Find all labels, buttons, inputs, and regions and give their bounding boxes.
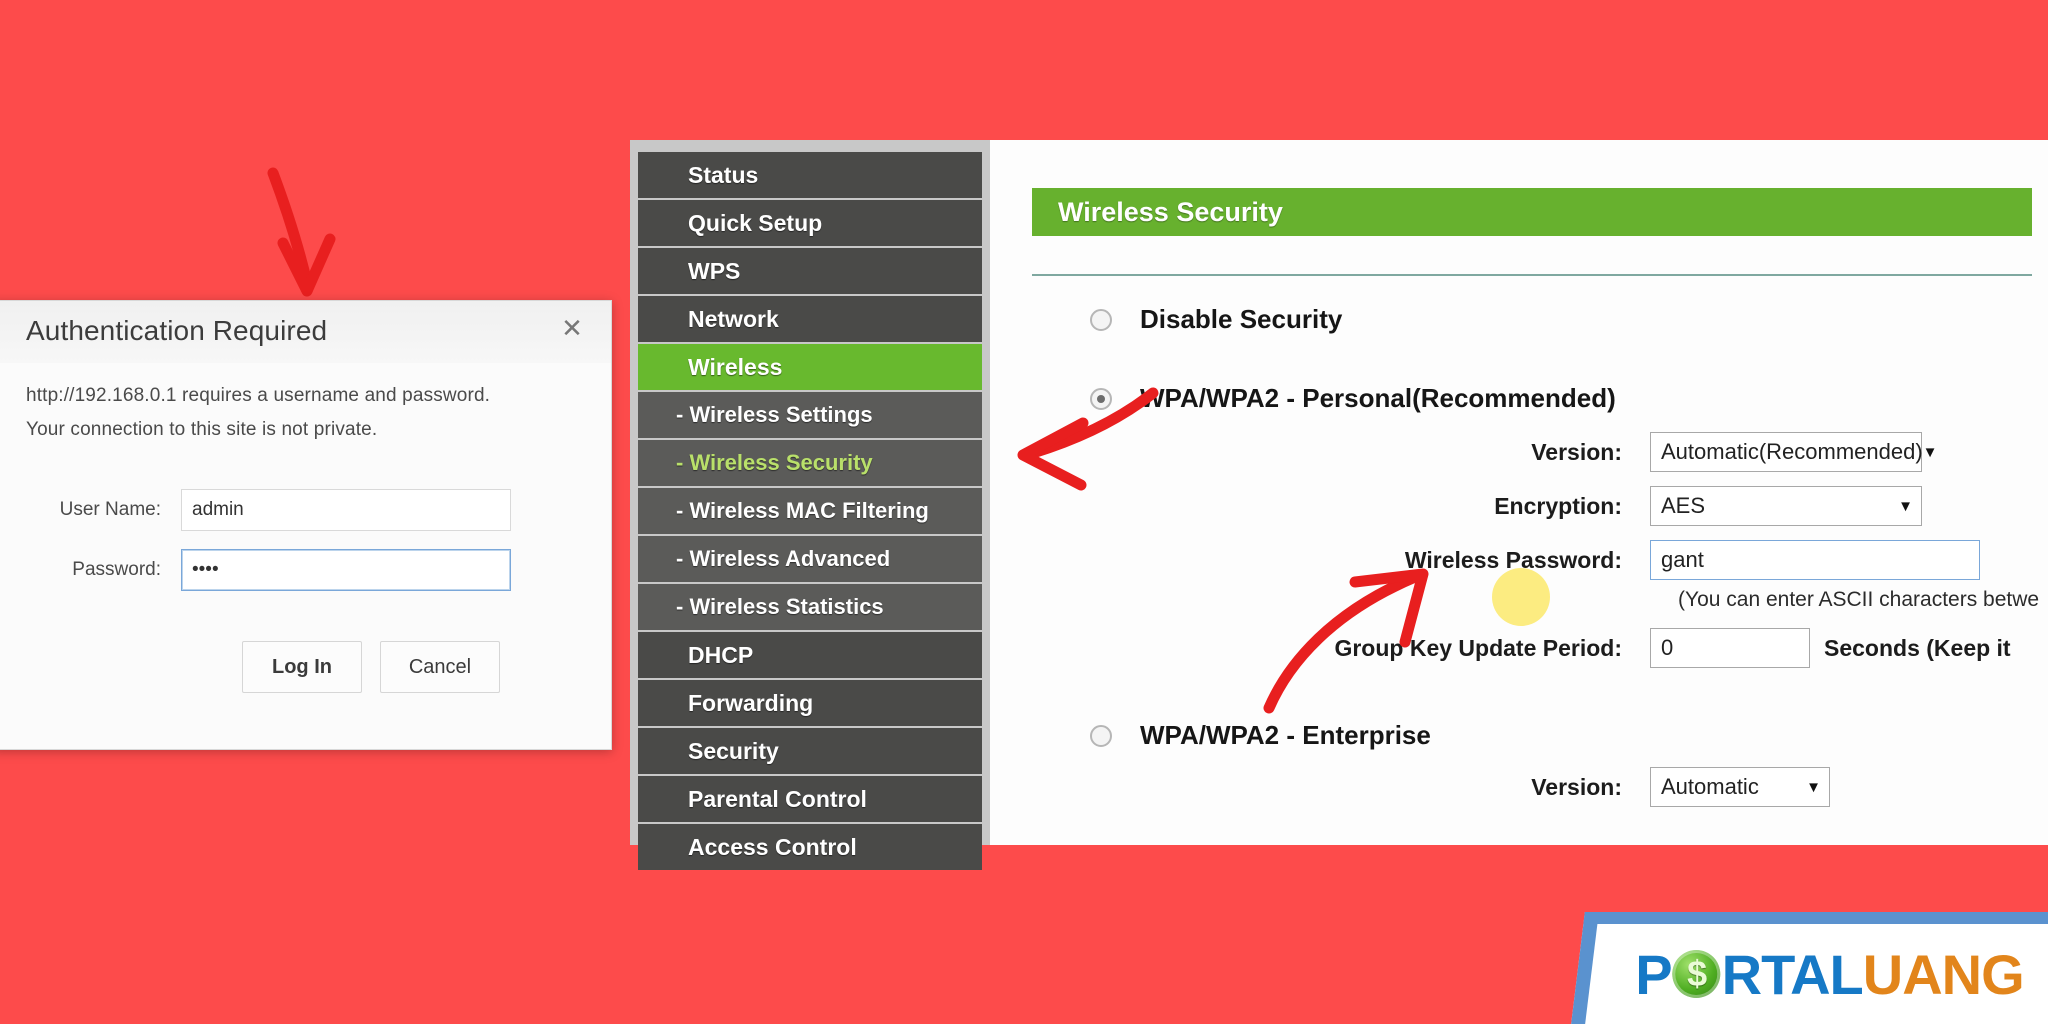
- dialog-button-bar: Log In Cancel: [26, 641, 578, 693]
- sidebar-item-wireless-security[interactable]: - Wireless Security: [638, 440, 982, 486]
- sidebar-item-wireless-statistics[interactable]: - Wireless Statistics: [638, 584, 982, 630]
- chevron-down-icon: ▼: [1898, 497, 1913, 515]
- version-select-enterprise[interactable]: Automatic ▼: [1650, 767, 1830, 807]
- username-input[interactable]: [181, 489, 511, 531]
- sidebar-item-access-control[interactable]: Access Control: [638, 824, 982, 870]
- sidebar-item-wireless-settings[interactable]: - Wireless Settings: [638, 392, 982, 438]
- group-key-row: Group Key Update Period: Seconds (Keep i…: [990, 628, 2048, 668]
- radio-wpa-personal[interactable]: [1090, 387, 1112, 410]
- dialog-title: Authentication Required: [26, 315, 328, 346]
- option-disable-security[interactable]: Disable Security: [1090, 304, 2048, 335]
- dollar-coin-icon: [1672, 950, 1721, 998]
- option-label-disable-security: Disable Security: [1140, 304, 1343, 334]
- sidebar-item-wireless-mac-filtering[interactable]: - Wireless MAC Filtering: [638, 488, 982, 534]
- option-label-wpa-enterprise: WPA/WPA2 - Enterprise: [1140, 720, 1431, 750]
- username-label: User Name:: [59, 499, 161, 520]
- version-row-personal: Version: Automatic(Recommended) ▼: [990, 432, 2048, 472]
- password-row: Password:: [26, 549, 578, 591]
- sidebar-item-network[interactable]: Network: [638, 296, 982, 342]
- password-label: Password:: [72, 559, 161, 580]
- sidebar-item-wireless[interactable]: Wireless: [638, 344, 982, 390]
- option-wpa-personal[interactable]: WPA/WPA2 - Personal(Recommended): [1090, 383, 2048, 414]
- close-icon[interactable]: ✕: [555, 311, 589, 345]
- encryption-row: Encryption: AES ▼: [990, 486, 2048, 526]
- username-row: User Name:: [26, 489, 578, 531]
- dialog-message-line-2: Your connection to this site is not priv…: [26, 419, 378, 440]
- option-wpa-enterprise[interactable]: WPA/WPA2 - Enterprise: [1090, 720, 2048, 751]
- sidebar-item-parental-control[interactable]: Parental Control: [638, 776, 982, 822]
- radio-wpa-enterprise[interactable]: [1090, 724, 1112, 747]
- page-title: Wireless Security: [1032, 188, 2032, 236]
- login-button[interactable]: Log In: [242, 641, 362, 693]
- dialog-message-line-1: http://192.168.0.1 requires a username a…: [26, 385, 491, 406]
- portaluang-logo: P RTAL UANG: [1571, 912, 2048, 1024]
- cancel-button[interactable]: Cancel: [380, 641, 500, 693]
- version-value-enterprise: Automatic: [1661, 774, 1759, 799]
- authentication-dialog: Authentication Required ✕ http://192.168…: [0, 300, 612, 750]
- chevron-down-icon: ▼: [1806, 778, 1821, 796]
- group-key-suffix: Seconds (Keep it: [1824, 634, 2011, 661]
- wireless-password-input[interactable]: [1650, 540, 1980, 580]
- sidebar-item-quick-setup[interactable]: Quick Setup: [638, 200, 982, 246]
- version-value-personal: Automatic(Recommended): [1661, 439, 1923, 464]
- logo-text-uang: UANG: [1862, 942, 2024, 1006]
- credentials-form: User Name: Password:: [26, 489, 578, 591]
- group-key-label: Group Key Update Period:: [1334, 634, 1622, 661]
- sidebar-item-security[interactable]: Security: [638, 728, 982, 774]
- dialog-titlebar: Authentication Required ✕: [0, 301, 611, 363]
- logo-text-p: P: [1635, 942, 1672, 1006]
- wireless-password-hint: (You can enter ASCII characters betwe: [1678, 588, 2040, 611]
- sidebar-item-wireless-advanced[interactable]: - Wireless Advanced: [638, 536, 982, 582]
- sidebar-item-wps[interactable]: WPS: [638, 248, 982, 294]
- group-key-input[interactable]: [1650, 628, 1810, 668]
- divider: [1032, 274, 2032, 276]
- password-input[interactable]: [181, 549, 511, 591]
- sidebar-item-forwarding[interactable]: Forwarding: [638, 680, 982, 726]
- encryption-select[interactable]: AES ▼: [1650, 486, 1922, 526]
- dialog-body: http://192.168.0.1 requires a username a…: [0, 363, 611, 693]
- wireless-password-row: Wireless Password:: [990, 540, 2048, 580]
- encryption-value: AES: [1661, 493, 1706, 518]
- encryption-label: Encryption:: [1494, 492, 1622, 519]
- version-label-enterprise: Version:: [1531, 773, 1622, 800]
- sidebar-menu: Status Quick Setup WPS Network Wireless …: [630, 140, 990, 870]
- sidebar-item-status[interactable]: Status: [638, 152, 982, 198]
- chevron-down-icon: ▼: [1922, 443, 1938, 461]
- version-select-personal[interactable]: Automatic(Recommended) ▼: [1650, 432, 1938, 472]
- version-label-personal: Version:: [1531, 438, 1622, 465]
- logo-text-rtal: RTAL: [1721, 942, 1863, 1006]
- option-label-wpa-personal: WPA/WPA2 - Personal(Recommended): [1140, 383, 1616, 413]
- router-admin-window: Status Quick Setup WPS Network Wireless …: [630, 140, 2048, 870]
- version-row-enterprise: Version: Automatic ▼: [990, 767, 2048, 807]
- arrow-down-icon: [267, 167, 336, 297]
- wireless-password-label: Wireless Password:: [1404, 546, 1622, 573]
- content-panel: Wireless Security Disable Security WPA/W…: [990, 140, 2048, 845]
- sidebar-item-dhcp[interactable]: DHCP: [638, 632, 982, 678]
- radio-disable-security[interactable]: [1090, 308, 1112, 331]
